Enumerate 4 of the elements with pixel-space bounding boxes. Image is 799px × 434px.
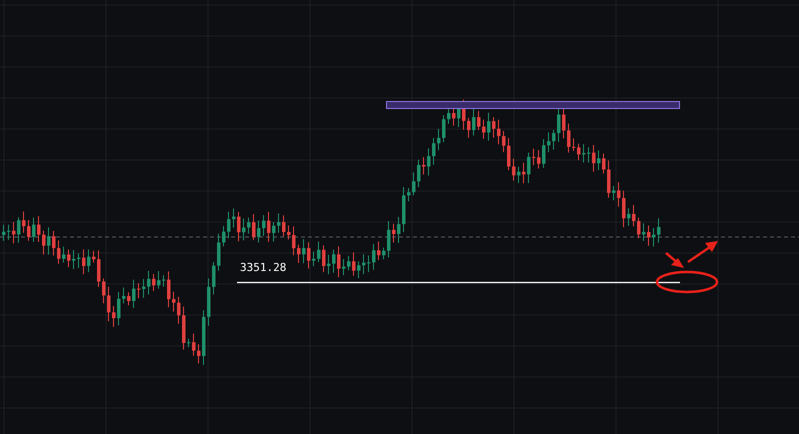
highlight-ellipse	[656, 270, 718, 294]
down-arrow-icon	[665, 252, 684, 268]
price-label: 3351.28	[240, 261, 286, 274]
up-arrow-icon	[687, 241, 718, 264]
